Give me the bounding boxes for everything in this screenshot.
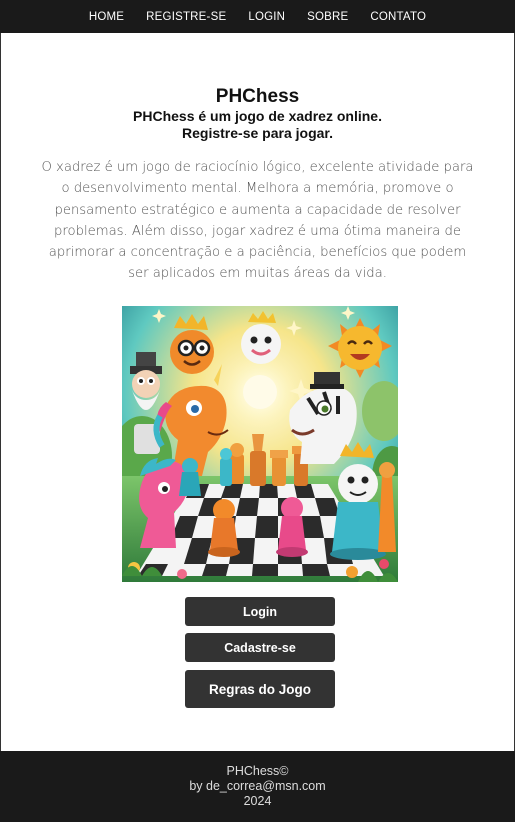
- page-subtitle: PHChess é um jogo de xadrez online. Regi…: [0, 108, 515, 142]
- nav-login-link[interactable]: LOGIN: [248, 11, 285, 23]
- subtitle-line-1: PHChess é um jogo de xadrez online.: [133, 108, 382, 124]
- nav-register-link[interactable]: REGISTRE-SE: [146, 11, 226, 23]
- nav-contact-link[interactable]: CONTATO: [370, 11, 426, 23]
- page-footer: PHChess© by de_correa@msn.com 2024: [0, 751, 515, 822]
- footer-year: 2024: [243, 794, 272, 808]
- signup-button[interactable]: Cadastre-se: [185, 633, 335, 662]
- nav-about-link[interactable]: SOBRE: [307, 11, 348, 23]
- game-rules-button[interactable]: Regras do Jogo: [185, 670, 335, 708]
- nav-home-link[interactable]: HOME: [89, 11, 124, 23]
- chess-illustration: [122, 306, 398, 582]
- top-navbar: HOME REGISTRE-SE LOGIN SOBRE CONTATO: [0, 0, 515, 33]
- footer-author: by de_correa@msn.com: [189, 779, 326, 793]
- login-button[interactable]: Login: [185, 597, 335, 626]
- page-title: PHChess: [215, 86, 300, 107]
- footer-brand: PHChess©: [226, 764, 289, 778]
- chess-description: O xadrez é um jogo de raciocínio lógico,…: [41, 160, 474, 282]
- subtitle-line-2: Registre-se para jogar.: [182, 125, 333, 141]
